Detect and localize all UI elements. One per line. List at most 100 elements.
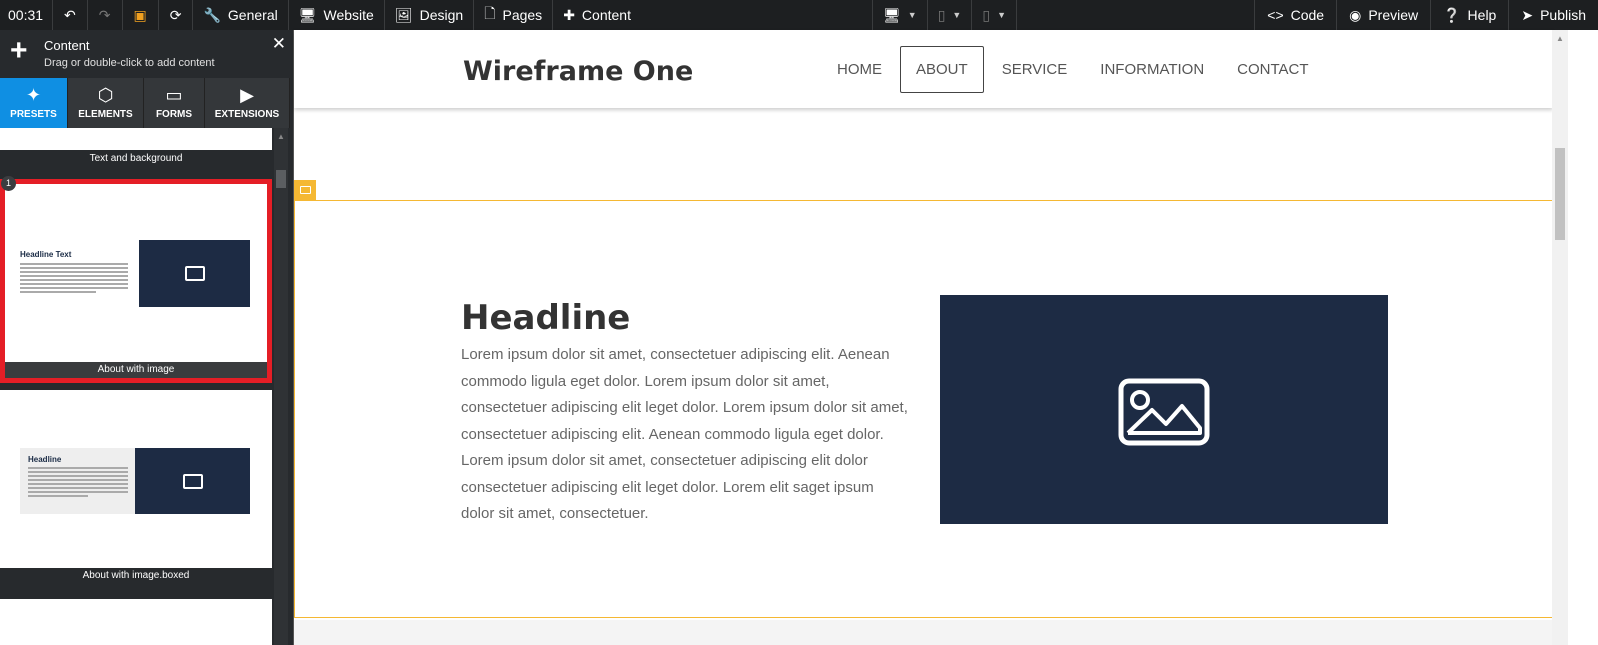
menu-general-label: General [227,7,278,23]
wrench-icon: 🔧 [203,6,221,23]
nav-information[interactable]: INFORMATION [1085,47,1219,92]
next-section [294,620,1553,645]
preset-label: Text and background [0,150,272,168]
menu-pages-label: Pages [502,7,543,23]
image-icon: 🖼 [394,6,413,23]
code-button[interactable]: <> Code [1254,0,1336,30]
canvas-scrollbar[interactable]: ▲ [1552,30,1568,645]
tab-presets-label: PRESETS [10,109,57,120]
rocket-icon: ➤ [1521,6,1534,23]
menu-website[interactable]: 🖥 Website [289,0,385,30]
form-field-icon: ▭ [165,85,183,105]
panel-tabs: ✦ PRESETS ⬡ ELEMENTS ▭ FORMS ▶ EXTENSIONS [0,78,293,128]
device-switcher: 🖥 ▼ ▯ ▼ ▯ ▼ [872,0,1017,30]
tablet-view-button[interactable]: ▯ ▼ [926,0,972,30]
menu-general[interactable]: 🔧 General [193,0,289,30]
menu-pages[interactable]: 🗋 Pages [474,0,554,30]
chevron-down-icon: ▼ [952,10,962,20]
tab-presets[interactable]: ✦ PRESETS [0,78,68,128]
plus-icon: + [10,34,28,67]
menu-content[interactable]: ✚ Content [553,0,641,30]
monitor-icon: 🖥 [298,6,317,23]
panel-scrollbar[interactable]: ▲ [274,128,288,645]
site-nav: HOME ABOUT SERVICE INFORMATION CONTACT [822,46,1327,93]
scroll-thumb[interactable] [276,170,286,188]
tab-forms-label: FORMS [155,109,193,120]
preview-text-lines [20,263,128,295]
mobile-icon: ▯ [982,6,991,23]
refresh-icon[interactable]: ⟳ [159,0,194,30]
scroll-thumb[interactable] [1555,148,1565,240]
section-headline[interactable]: Headline [461,298,630,338]
nav-contact[interactable]: CONTACT [1222,47,1323,92]
timer: 00:31 [0,0,54,30]
close-icon[interactable]: ✕ [272,34,286,54]
help-label: Help [1467,7,1497,23]
eye-icon: ◉ [1349,6,1362,23]
site-logo[interactable]: Wireframe One [463,56,693,87]
preset-number-badge: 1 [1,176,16,191]
nav-about[interactable]: ABOUT [900,46,984,93]
scroll-up-icon[interactable]: ▲ [277,132,285,141]
help-button[interactable]: ❔ Help [1430,0,1508,30]
preview-headline: Headline [28,455,62,464]
preset-label: About with image.boxed [0,568,272,585]
nav-service[interactable]: SERVICE [987,47,1083,92]
panel-header: + Content Drag or double-click to add co… [0,30,293,72]
tab-forms[interactable]: ▭ FORMS [144,78,205,128]
top-toolbar: 00:31 ↶ ↷ ▣ ⟳ 🔧 General 🖥 Website 🖼 Design … [0,0,1598,30]
menu-design[interactable]: 🖼 Design [385,0,475,30]
undo-icon[interactable]: ↶ [53,0,88,30]
code-label: Code [1290,7,1325,23]
plus-icon: ✚ [563,6,575,23]
image-placeholder[interactable] [940,295,1388,524]
website-canvas: Wireframe One HOME ABOUT SERVICE INFORMA… [293,30,1553,645]
preset-about-with-image-boxed[interactable]: Headline [0,390,272,568]
content-panel: + Content Drag or double-click to add co… [0,30,293,645]
play-icon: ▶ [240,85,254,105]
right-margin [1568,30,1598,645]
section-tag-icon[interactable] [294,180,316,200]
publish-button[interactable]: ➤ Publish [1508,0,1598,30]
preset-about-with-image[interactable]: Headline Text About with image [0,179,272,383]
tab-extensions-label: EXTENSIONS [214,109,280,120]
menu-content-label: Content [581,7,631,23]
preset-text-and-background[interactable] [0,128,272,150]
tab-elements[interactable]: ⬡ ELEMENTS [68,78,144,128]
desktop-view-button[interactable]: 🖥 ▼ [872,0,927,30]
image-placeholder-icon [135,448,250,514]
image-icon [1118,378,1210,446]
mobile-view-button[interactable]: ▯ ▼ [971,0,1017,30]
panel-title: Content [44,38,90,53]
chevron-down-icon: ▼ [907,10,917,20]
image-placeholder-icon [139,240,250,307]
code-icon: <> [1267,7,1284,23]
preview-button[interactable]: ◉ Preview [1336,0,1430,30]
cube-icon: ⬡ [97,85,114,105]
preview-text-lines [28,467,128,499]
panel-subtitle: Drag or double-click to add content [44,57,215,69]
tab-extensions[interactable]: ▶ EXTENSIONS [205,78,290,128]
preview-label: Preview [1368,7,1419,23]
publish-label: Publish [1540,7,1586,23]
page-icon: 🗋 [484,5,496,21]
puzzle-icon: ✦ [25,85,42,105]
chevron-down-icon: ▼ [997,10,1006,20]
save-icon[interactable]: ▣ [123,0,159,30]
scroll-up-icon[interactable]: ▲ [1556,34,1564,43]
preset-next[interactable] [0,599,272,645]
preset-label: About with image [5,362,267,378]
tablet-icon: ▯ [937,6,946,23]
site-header: Wireframe One HOME ABOUT SERVICE INFORMA… [294,30,1553,108]
toolbar-right: <> Code ◉ Preview ❔ Help ➤ Publish [1254,0,1598,30]
desktop-icon: 🖥 [883,6,901,23]
nav-home[interactable]: HOME [822,47,897,92]
preview-headline: Headline Text [20,250,72,259]
redo-icon[interactable]: ↷ [88,0,123,30]
preset-list: Text and background Headline Text About … [0,128,272,645]
section-body-text[interactable]: Lorem ipsum dolor sit amet, consectetuer… [461,342,911,528]
help-icon: ❔ [1443,6,1461,23]
tab-elements-label: ELEMENTS [78,109,133,120]
menu-website-label: Website [323,7,374,23]
menu-design-label: Design [419,7,464,23]
